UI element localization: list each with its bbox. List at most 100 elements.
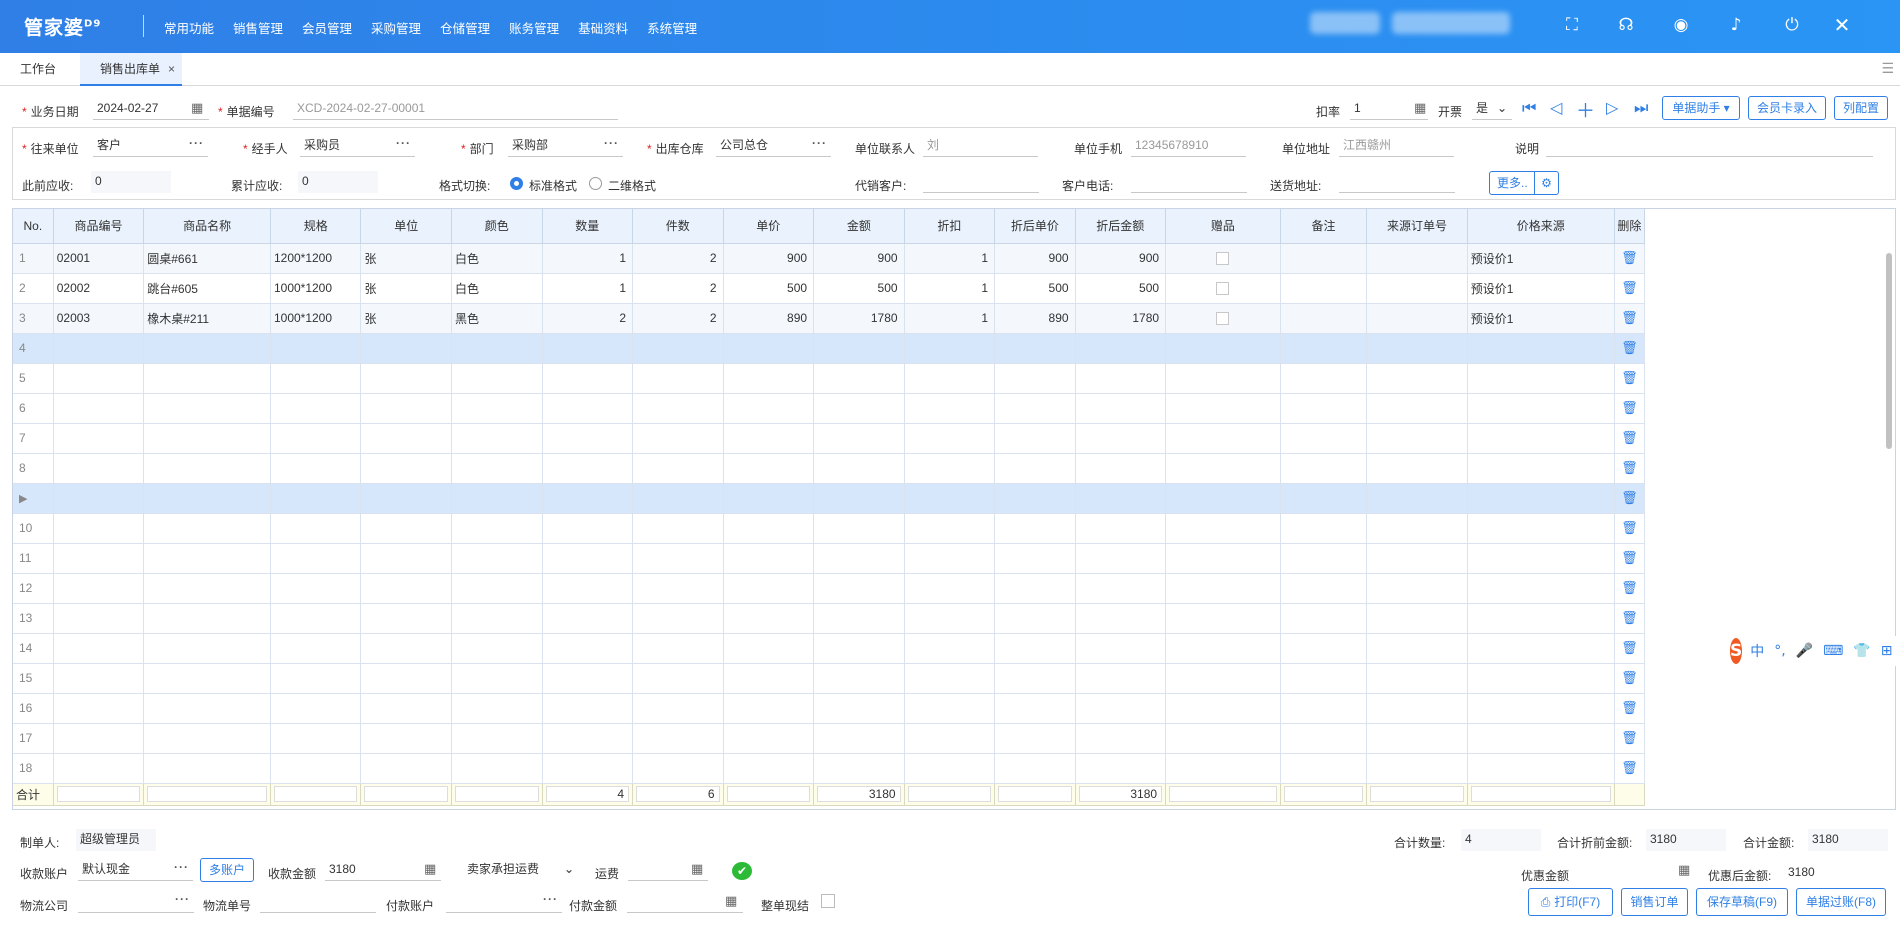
col-delete[interactable]: 删除 bbox=[1614, 209, 1646, 244]
empty-cell[interactable] bbox=[632, 453, 724, 484]
empty-cell[interactable] bbox=[143, 663, 271, 694]
empty-cell[interactable] bbox=[542, 693, 634, 724]
empty-cell[interactable] bbox=[723, 333, 815, 364]
table-row[interactable]: 11 🗑 bbox=[13, 543, 1646, 574]
empty-cell[interactable] bbox=[813, 423, 905, 454]
empty-cell[interactable] bbox=[1165, 633, 1281, 664]
empty-cell[interactable] bbox=[1467, 363, 1615, 394]
delete-row-icon[interactable]: 🗑 bbox=[1614, 663, 1646, 694]
calculator-icon[interactable]: ▦ bbox=[691, 861, 703, 877]
ime-mic-icon[interactable]: 🎤 bbox=[1796, 643, 1813, 659]
empty-cell[interactable] bbox=[1467, 723, 1615, 754]
empty-cell[interactable] bbox=[53, 513, 145, 544]
empty-cell[interactable] bbox=[1165, 333, 1281, 364]
ime-chinese-mode[interactable]: 中 bbox=[1750, 641, 1764, 661]
empty-cell[interactable] bbox=[904, 453, 996, 484]
doc-helper-button[interactable]: 单据助手 ▾ bbox=[1662, 96, 1740, 120]
delete-row-icon[interactable]: 🗑 bbox=[1614, 423, 1646, 454]
empty-cell[interactable] bbox=[904, 573, 996, 604]
empty-cell[interactable] bbox=[632, 663, 724, 694]
empty-cell[interactable] bbox=[813, 723, 905, 754]
cell-no[interactable]: 1 bbox=[13, 243, 54, 274]
empty-cell[interactable] bbox=[143, 573, 271, 604]
empty-cell[interactable] bbox=[723, 393, 815, 424]
member-card-button[interactable]: 会员卡录入 bbox=[1748, 96, 1826, 120]
empty-cell[interactable] bbox=[813, 513, 905, 544]
empty-cell[interactable] bbox=[632, 753, 724, 784]
empty-cell[interactable] bbox=[1075, 753, 1167, 784]
empty-cell[interactable] bbox=[451, 693, 543, 724]
empty-cell[interactable] bbox=[53, 423, 145, 454]
empty-cell[interactable] bbox=[1165, 543, 1281, 574]
empty-cell[interactable] bbox=[723, 423, 815, 454]
power-icon[interactable]: ⏻ bbox=[1780, 13, 1804, 37]
empty-cell[interactable] bbox=[1165, 693, 1281, 724]
calendar-icon[interactable]: ▦ bbox=[191, 100, 203, 116]
empty-cell[interactable] bbox=[1366, 513, 1468, 544]
table-row[interactable]: 18 🗑 bbox=[13, 753, 1646, 784]
empty-cell[interactable] bbox=[1280, 483, 1368, 514]
cell-color[interactable]: 白色 bbox=[451, 243, 543, 274]
table-row[interactable]: ▶ 🗑 bbox=[13, 483, 1646, 514]
empty-cell[interactable] bbox=[904, 633, 996, 664]
cell-no[interactable]: 17 bbox=[13, 723, 54, 754]
empty-cell[interactable] bbox=[813, 633, 905, 664]
cell-no[interactable]: 11 bbox=[13, 543, 54, 574]
cell-src[interactable] bbox=[1366, 273, 1468, 304]
empty-cell[interactable] bbox=[904, 543, 996, 574]
delete-row-icon[interactable]: 🗑 bbox=[1614, 243, 1646, 274]
empty-cell[interactable] bbox=[904, 513, 996, 544]
empty-cell[interactable] bbox=[994, 483, 1076, 514]
empty-cell[interactable] bbox=[542, 723, 634, 754]
empty-cell[interactable] bbox=[994, 663, 1076, 694]
empty-cell[interactable] bbox=[270, 333, 362, 364]
empty-cell[interactable] bbox=[53, 693, 145, 724]
empty-cell[interactable] bbox=[143, 333, 271, 364]
empty-cell[interactable] bbox=[1467, 753, 1615, 784]
empty-cell[interactable] bbox=[1467, 513, 1615, 544]
empty-cell[interactable] bbox=[1075, 633, 1167, 664]
col-name[interactable]: 商品名称 bbox=[143, 209, 271, 244]
tracking-input[interactable] bbox=[260, 891, 376, 913]
delete-row-icon[interactable]: 🗑 bbox=[1614, 333, 1646, 364]
empty-cell[interactable] bbox=[270, 363, 362, 394]
empty-cell[interactable] bbox=[1366, 603, 1468, 634]
cell-discount[interactable]: 1 bbox=[904, 243, 996, 274]
empty-cell[interactable] bbox=[53, 363, 145, 394]
empty-cell[interactable] bbox=[904, 753, 996, 784]
empty-cell[interactable] bbox=[451, 333, 543, 364]
empty-cell[interactable] bbox=[1280, 603, 1368, 634]
empty-cell[interactable] bbox=[542, 603, 634, 634]
delete-row-icon[interactable]: 🗑 bbox=[1614, 573, 1646, 604]
empty-cell[interactable] bbox=[1467, 453, 1615, 484]
cell-amount[interactable]: 1780 bbox=[813, 303, 905, 334]
empty-cell[interactable] bbox=[53, 483, 145, 514]
col-no[interactable]: No. bbox=[13, 209, 54, 244]
empty-cell[interactable] bbox=[270, 513, 362, 544]
empty-cell[interactable] bbox=[143, 753, 271, 784]
col-source-order[interactable]: 来源订单号 bbox=[1366, 209, 1468, 244]
empty-cell[interactable] bbox=[1467, 393, 1615, 424]
grid-scrollbar[interactable] bbox=[1885, 253, 1893, 809]
empty-cell[interactable] bbox=[360, 723, 452, 754]
empty-cell[interactable] bbox=[904, 333, 996, 364]
empty-cell[interactable] bbox=[632, 393, 724, 424]
empty-cell[interactable] bbox=[360, 363, 452, 394]
calculator-icon[interactable]: ▦ bbox=[725, 893, 737, 909]
nav-warehouse[interactable]: 仓储管理 bbox=[440, 18, 490, 37]
more-button[interactable]: 更多.. ⚙ bbox=[1489, 171, 1559, 195]
empty-cell[interactable] bbox=[632, 693, 724, 724]
empty-cell[interactable] bbox=[542, 363, 634, 394]
empty-cell[interactable] bbox=[813, 753, 905, 784]
empty-cell[interactable] bbox=[813, 543, 905, 574]
empty-cell[interactable] bbox=[143, 603, 271, 634]
ime-punct-icon[interactable]: °, bbox=[1774, 643, 1785, 659]
gift-cell[interactable] bbox=[1165, 243, 1281, 274]
empty-cell[interactable] bbox=[1467, 543, 1615, 574]
cell-color[interactable]: 黑色 bbox=[451, 303, 543, 334]
empty-cell[interactable] bbox=[994, 423, 1076, 454]
empty-cell[interactable] bbox=[723, 663, 815, 694]
empty-cell[interactable] bbox=[360, 543, 452, 574]
cell-src[interactable] bbox=[1366, 243, 1468, 274]
empty-cell[interactable] bbox=[723, 513, 815, 544]
